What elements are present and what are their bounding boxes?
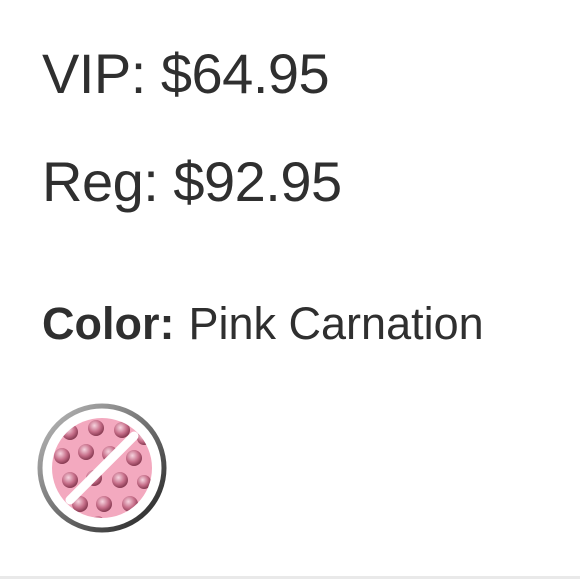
color-selection: Color: Pink Carnation xyxy=(42,294,484,354)
vip-label: VIP: xyxy=(42,42,146,105)
color-value: Pink Carnation xyxy=(188,298,484,349)
reg-amount: $92.95 xyxy=(173,150,342,213)
regular-price: Reg: $92.95 xyxy=(42,148,342,216)
vip-amount: $64.95 xyxy=(160,42,330,105)
color-label: Color: xyxy=(42,298,175,349)
vip-price: VIP: $64.95 xyxy=(42,40,330,108)
color-swatch-pink-carnation[interactable] xyxy=(34,400,170,536)
reg-label: Reg: xyxy=(42,150,159,213)
